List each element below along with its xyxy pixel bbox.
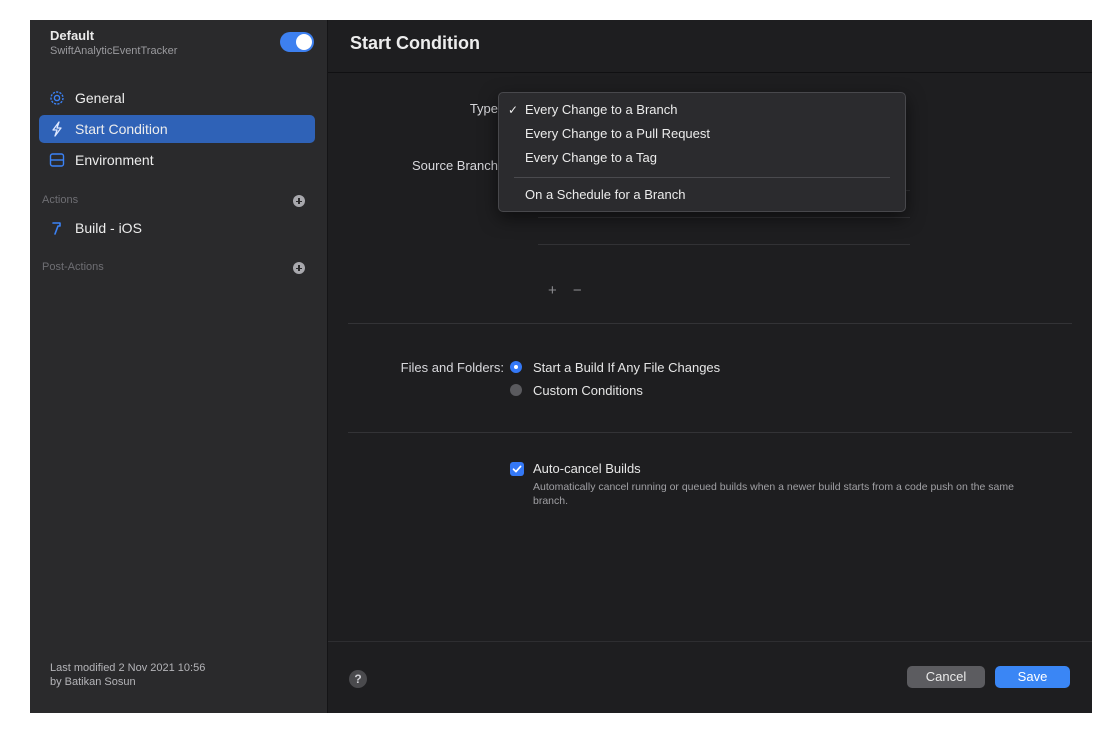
menu-item-every-change-tag[interactable]: Every Change to a Tag — [525, 150, 657, 165]
radio-any-file-changes[interactable] — [510, 361, 522, 373]
branch-row-separator — [538, 244, 910, 245]
menu-item-every-change-branch[interactable]: Every Change to a Branch — [525, 102, 677, 117]
auto-cancel-description: Automatically cancel running or queued b… — [533, 481, 1014, 507]
menu-separator — [514, 177, 890, 178]
last-modified-date: Last modified 2 Nov 2021 10:56 — [50, 662, 206, 674]
checkmark-icon — [512, 465, 522, 473]
header-divider — [328, 72, 1092, 73]
cancel-button[interactable]: Cancel — [907, 666, 985, 688]
source-branch-label: Source Branch — [412, 158, 498, 173]
sidebar-item-label: Start Condition — [75, 121, 168, 137]
workflow-enabled-toggle[interactable] — [280, 32, 314, 52]
radio-label: Start a Build If Any File Changes — [533, 360, 721, 375]
post-actions-header: Post-Actions — [42, 261, 104, 273]
type-label: Type — [469, 101, 498, 116]
page-title: Start Condition — [350, 33, 480, 53]
gear-icon — [49, 90, 65, 106]
sidebar-item-environment[interactable]: Environment — [39, 146, 315, 174]
branch-row-separator — [538, 217, 910, 218]
sidebar-item-general[interactable]: General — [39, 84, 315, 112]
auto-cancel-checkbox[interactable] — [510, 462, 524, 476]
sidebar-item-start-condition[interactable]: Start Condition — [39, 115, 315, 143]
toggle-knob — [296, 34, 312, 50]
add-action-button[interactable] — [293, 195, 305, 207]
menu-item-schedule-branch[interactable]: On a Schedule for a Branch — [525, 187, 685, 202]
section-divider — [348, 323, 1072, 324]
actions-header: Actions — [42, 194, 79, 206]
section-divider — [348, 432, 1072, 433]
sidebar-item-build-ios[interactable]: Build - iOS — [39, 214, 315, 242]
sidebar: Default SwiftAnalyticEventTracker Genera… — [30, 20, 328, 713]
auto-cancel-label: Auto-cancel Builds — [533, 461, 641, 476]
workflow-subtitle: SwiftAnalyticEventTracker — [50, 45, 178, 57]
files-and-folders-label: Files and Folders: — [400, 360, 504, 375]
sidebar-item-label: Environment — [75, 152, 154, 168]
last-modified-author: by Batikan Sosun — [50, 676, 136, 688]
last-modified-info: Last modified 2 Nov 2021 10:56 by Batika… — [50, 661, 205, 689]
hammer-icon — [49, 220, 65, 236]
bolt-icon — [49, 121, 65, 137]
menu-item-every-change-pull-request[interactable]: Every Change to a Pull Request — [525, 126, 710, 141]
radio-custom-conditions[interactable] — [510, 384, 522, 396]
sidebar-item-label: Build - iOS — [75, 220, 142, 236]
server-icon — [49, 152, 65, 168]
radio-label: Custom Conditions — [533, 383, 643, 398]
add-post-action-button[interactable] — [293, 262, 305, 274]
save-button[interactable]: Save — [995, 666, 1070, 688]
window: Default SwiftAnalyticEventTracker Genera… — [30, 20, 1092, 713]
checkmark-icon: ✓ — [508, 103, 519, 117]
workflow-title: Default — [50, 28, 95, 43]
help-button[interactable]: ? — [349, 670, 367, 688]
type-dropdown-menu: ✓ Every Change to a Branch Every Change … — [498, 92, 906, 212]
sidebar-item-label: General — [75, 90, 125, 106]
footer-divider — [328, 641, 1092, 642]
add-remove-branch-buttons[interactable]: + − — [548, 282, 588, 299]
